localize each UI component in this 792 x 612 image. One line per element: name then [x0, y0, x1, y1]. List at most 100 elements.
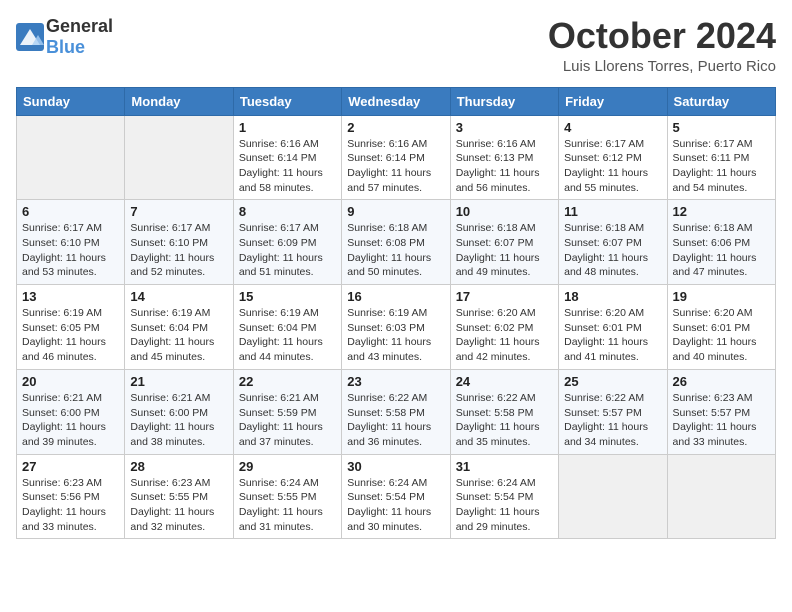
weekday-header-monday: Monday: [125, 87, 233, 115]
calendar-week-row: 27 Sunrise: 6:23 AM Sunset: 5:56 PM Dayli…: [17, 454, 776, 539]
calendar-cell: 5 Sunrise: 6:17 AM Sunset: 6:11 PM Daylig…: [667, 115, 775, 200]
title-area: October 2024 Luis Llorens Torres, Puerto…: [548, 16, 776, 75]
calendar-cell: 12 Sunrise: 6:18 AM Sunset: 6:06 PM Dayli…: [667, 200, 775, 285]
day-number: 30: [347, 459, 444, 474]
weekday-header-saturday: Saturday: [667, 87, 775, 115]
day-number: 9: [347, 204, 444, 219]
day-number: 12: [673, 204, 770, 219]
calendar-cell: 4Sunrise: 6:17 AM Sunset: 6:12 PM Daylig…: [559, 115, 667, 200]
calendar-cell: 28Sunrise: 6:23 AM Sunset: 5:55 PM Dayli…: [125, 454, 233, 539]
month-title: October 2024: [548, 16, 776, 56]
calendar-cell: 27 Sunrise: 6:23 AM Sunset: 5:56 PM Dayli…: [17, 454, 125, 539]
calendar-cell: 17 Sunrise: 6:20 AM Sunset: 6:02 PM Dayli…: [450, 285, 558, 370]
day-number: 21: [130, 374, 227, 389]
day-info: Sunrise: 6:24 AM Sunset: 5:55 PM Dayligh…: [239, 476, 336, 535]
calendar-week-row: 6 Sunrise: 6:17 AM Sunset: 6:10 PM Daylig…: [17, 200, 776, 285]
day-info: Sunrise: 6:19 AM Sunset: 6:05 PM Dayligh…: [22, 306, 119, 365]
calendar-cell: 26 Sunrise: 6:23 AM Sunset: 5:57 PM Dayli…: [667, 369, 775, 454]
calendar-cell: [125, 115, 233, 200]
day-number: 15: [239, 289, 336, 304]
day-info: Sunrise: 6:18 AM Sunset: 6:07 PM Dayligh…: [456, 221, 553, 280]
day-number: 13: [22, 289, 119, 304]
day-number: 10: [456, 204, 553, 219]
day-number: 1: [239, 120, 336, 135]
calendar-cell: 23 Sunrise: 6:22 AM Sunset: 5:58 PM Dayli…: [342, 369, 450, 454]
day-number: 3: [456, 120, 553, 135]
day-info: Sunrise: 6:22 AM Sunset: 5:57 PM Dayligh…: [564, 391, 661, 450]
day-info: Sunrise: 6:19 AM Sunset: 6:04 PM Dayligh…: [239, 306, 336, 365]
calendar-week-row: 13 Sunrise: 6:19 AM Sunset: 6:05 PM Dayli…: [17, 285, 776, 370]
day-info: Sunrise: 6:21 AM Sunset: 5:59 PM Dayligh…: [239, 391, 336, 450]
calendar-cell: 25 Sunrise: 6:22 AM Sunset: 5:57 PM Dayli…: [559, 369, 667, 454]
day-info: Sunrise: 6:16 AM Sunset: 6:13 PM Dayligh…: [456, 137, 553, 196]
calendar-cell: 1Sunrise: 6:16 AM Sunset: 6:14 PM Daylig…: [233, 115, 341, 200]
day-info: Sunrise: 6:17 AM Sunset: 6:10 PM Dayligh…: [22, 221, 119, 280]
weekday-header-friday: Friday: [559, 87, 667, 115]
calendar-cell: 18 Sunrise: 6:20 AM Sunset: 6:01 PM Dayli…: [559, 285, 667, 370]
day-info: Sunrise: 6:20 AM Sunset: 6:01 PM Dayligh…: [564, 306, 661, 365]
day-info: Sunrise: 6:24 AM Sunset: 5:54 PM Dayligh…: [347, 476, 444, 535]
day-info: Sunrise: 6:17 AM Sunset: 6:09 PM Dayligh…: [239, 221, 336, 280]
day-info: Sunrise: 6:24 AM Sunset: 5:54 PM Dayligh…: [456, 476, 553, 535]
calendar-cell: 6 Sunrise: 6:17 AM Sunset: 6:10 PM Daylig…: [17, 200, 125, 285]
day-number: 14: [130, 289, 227, 304]
calendar-cell: 24Sunrise: 6:22 AM Sunset: 5:58 PM Dayli…: [450, 369, 558, 454]
calendar-cell: 31 Sunrise: 6:24 AM Sunset: 5:54 PM Dayli…: [450, 454, 558, 539]
logo: General Blue: [16, 16, 113, 58]
calendar-cell: 3 Sunrise: 6:16 AM Sunset: 6:13 PM Daylig…: [450, 115, 558, 200]
day-info: Sunrise: 6:22 AM Sunset: 5:58 PM Dayligh…: [456, 391, 553, 450]
calendar-week-row: 1 Sunrise: 6:16 AM Sunset: 6:14 PM Daylig…: [17, 115, 776, 200]
calendar-table: SundayMondayTuesdayWednesdayThursdayFrid…: [16, 87, 776, 540]
day-info: Sunrise: 6:18 AM Sunset: 6:06 PM Dayligh…: [673, 221, 770, 280]
calendar-cell: 21 Sunrise: 6:21 AM Sunset: 6:00 PM Dayli…: [125, 369, 233, 454]
calendar-cell: 19 Sunrise: 6:20 AM Sunset: 6:01 PM Dayli…: [667, 285, 775, 370]
weekday-header-row: SundayMondayTuesdayWednesdayThursdayFrid…: [17, 87, 776, 115]
location-title: Luis Llorens Torres, Puerto Rico: [548, 58, 776, 75]
calendar-cell: 9Sunrise: 6:18 AM Sunset: 6:08 PM Daylig…: [342, 200, 450, 285]
day-info: Sunrise: 6:21 AM Sunset: 6:00 PM Dayligh…: [22, 391, 119, 450]
calendar-cell: [17, 115, 125, 200]
day-number: 6: [22, 204, 119, 219]
day-info: Sunrise: 6:19 AM Sunset: 6:04 PM Dayligh…: [130, 306, 227, 365]
day-info: Sunrise: 6:17 AM Sunset: 6:11 PM Dayligh…: [673, 137, 770, 196]
calendar-cell: 7 Sunrise: 6:17 AM Sunset: 6:10 PM Daylig…: [125, 200, 233, 285]
weekday-header-tuesday: Tuesday: [233, 87, 341, 115]
day-number: 2: [347, 120, 444, 135]
day-info: Sunrise: 6:17 AM Sunset: 6:10 PM Dayligh…: [130, 221, 227, 280]
logo-icon: [16, 23, 44, 51]
calendar-cell: [559, 454, 667, 539]
day-info: Sunrise: 6:16 AM Sunset: 6:14 PM Dayligh…: [347, 137, 444, 196]
day-number: 16: [347, 289, 444, 304]
day-number: 8: [239, 204, 336, 219]
day-number: 28: [130, 459, 227, 474]
calendar-cell: [667, 454, 775, 539]
calendar-cell: 10 Sunrise: 6:18 AM Sunset: 6:07 PM Dayli…: [450, 200, 558, 285]
day-number: 18: [564, 289, 661, 304]
day-info: Sunrise: 6:21 AM Sunset: 6:00 PM Dayligh…: [130, 391, 227, 450]
day-info: Sunrise: 6:22 AM Sunset: 5:58 PM Dayligh…: [347, 391, 444, 450]
day-number: 23: [347, 374, 444, 389]
calendar-cell: 30 Sunrise: 6:24 AM Sunset: 5:54 PM Dayli…: [342, 454, 450, 539]
day-number: 27: [22, 459, 119, 474]
calendar-cell: 22Sunrise: 6:21 AM Sunset: 5:59 PM Dayli…: [233, 369, 341, 454]
day-number: 25: [564, 374, 661, 389]
calendar-cell: 11Sunrise: 6:18 AM Sunset: 6:07 PM Dayli…: [559, 200, 667, 285]
day-info: Sunrise: 6:23 AM Sunset: 5:57 PM Dayligh…: [673, 391, 770, 450]
calendar-cell: 8 Sunrise: 6:17 AM Sunset: 6:09 PM Daylig…: [233, 200, 341, 285]
weekday-header-thursday: Thursday: [450, 87, 558, 115]
day-info: Sunrise: 6:20 AM Sunset: 6:01 PM Dayligh…: [673, 306, 770, 365]
day-number: 20: [22, 374, 119, 389]
day-info: Sunrise: 6:20 AM Sunset: 6:02 PM Dayligh…: [456, 306, 553, 365]
calendar-cell: 16 Sunrise: 6:19 AM Sunset: 6:03 PM Dayli…: [342, 285, 450, 370]
day-info: Sunrise: 6:18 AM Sunset: 6:07 PM Dayligh…: [564, 221, 661, 280]
day-number: 17: [456, 289, 553, 304]
logo-blue: Blue: [46, 37, 85, 57]
day-info: Sunrise: 6:19 AM Sunset: 6:03 PM Dayligh…: [347, 306, 444, 365]
day-number: 19: [673, 289, 770, 304]
day-info: Sunrise: 6:23 AM Sunset: 5:56 PM Dayligh…: [22, 476, 119, 535]
calendar-cell: 15 Sunrise: 6:19 AM Sunset: 6:04 PM Dayli…: [233, 285, 341, 370]
day-number: 26: [673, 374, 770, 389]
day-number: 5: [673, 120, 770, 135]
day-number: 7: [130, 204, 227, 219]
day-number: 31: [456, 459, 553, 474]
